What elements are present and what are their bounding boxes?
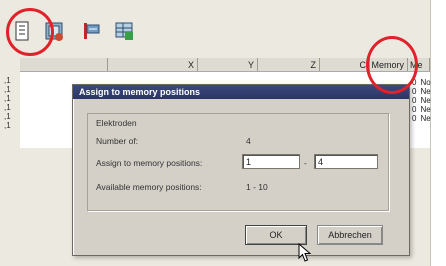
- mouse-cursor-icon: [298, 243, 312, 262]
- memory-cell: 0: [412, 105, 417, 114]
- group-label: Elektroden: [96, 118, 137, 128]
- highlight-circle: [366, 36, 418, 94]
- header-blank: [20, 58, 108, 71]
- memory-cell: 0: [412, 96, 417, 105]
- table-button[interactable]: [112, 19, 136, 43]
- number-label: Number of:: [96, 136, 139, 146]
- table-icon: [115, 22, 133, 40]
- dialog-title: Assign to memory positions: [73, 85, 409, 99]
- memory-cell: 0: [412, 87, 417, 96]
- available-label: Available memory positions:: [96, 182, 202, 192]
- assign-label: Assign to memory positions:: [96, 158, 203, 168]
- me-cell: No: [420, 78, 431, 87]
- table-row[interactable]: 0 Ne: [412, 105, 431, 114]
- column-header-x[interactable]: X: [108, 58, 198, 71]
- electrode-assign-icon: [84, 23, 100, 39]
- column-header-y[interactable]: Y: [198, 58, 258, 71]
- table-cell: ,1: [4, 112, 11, 121]
- table-cell: ,1: [4, 94, 11, 103]
- me-cell: Ne: [420, 87, 431, 96]
- column-header-c[interactable]: C: [320, 58, 370, 71]
- table-row[interactable]: 0 Ne: [412, 114, 431, 123]
- to-position-input[interactable]: 4: [314, 154, 378, 169]
- table-cell: ,1: [4, 76, 11, 85]
- highlight-circle: [6, 8, 54, 56]
- table-cell: ,1: [4, 121, 11, 130]
- table-cell: ,1: [4, 85, 11, 94]
- table-row[interactable]: 0 Ne: [412, 87, 431, 96]
- application-window: X Y Z C Memory Me ,1 ,1 ,1 ,1 ,1 ,1 0 No …: [0, 0, 431, 266]
- me-cell: Ne: [420, 114, 431, 123]
- table-cell: ,1: [4, 103, 11, 112]
- cancel-button[interactable]: Abbrechen: [317, 225, 383, 245]
- right-column-cells: 0 No 0 Ne 0 Ne 0 Ne 0 Ne: [412, 78, 431, 123]
- electrodes-group: Elektroden Number of: 4 Assign to memory…: [87, 113, 389, 211]
- me-cell: Ne: [420, 105, 431, 114]
- table-row[interactable]: 0 No: [412, 78, 431, 87]
- available-value: 1 - 10: [246, 182, 268, 192]
- number-value: 4: [246, 136, 251, 146]
- table-row[interactable]: 0 Ne: [412, 96, 431, 105]
- memory-cell: 0: [412, 114, 417, 123]
- me-cell: Ne: [420, 96, 431, 105]
- assign-memory-dialog: Assign to memory positions Elektroden Nu…: [72, 84, 410, 256]
- range-separator: -: [304, 158, 307, 168]
- left-column-cells: ,1 ,1 ,1 ,1 ,1 ,1: [4, 76, 24, 130]
- ok-button[interactable]: OK: [245, 225, 307, 245]
- column-header-z[interactable]: Z: [258, 58, 320, 71]
- from-position-input[interactable]: 1: [242, 154, 300, 169]
- electrode-assign-button[interactable]: [80, 19, 104, 43]
